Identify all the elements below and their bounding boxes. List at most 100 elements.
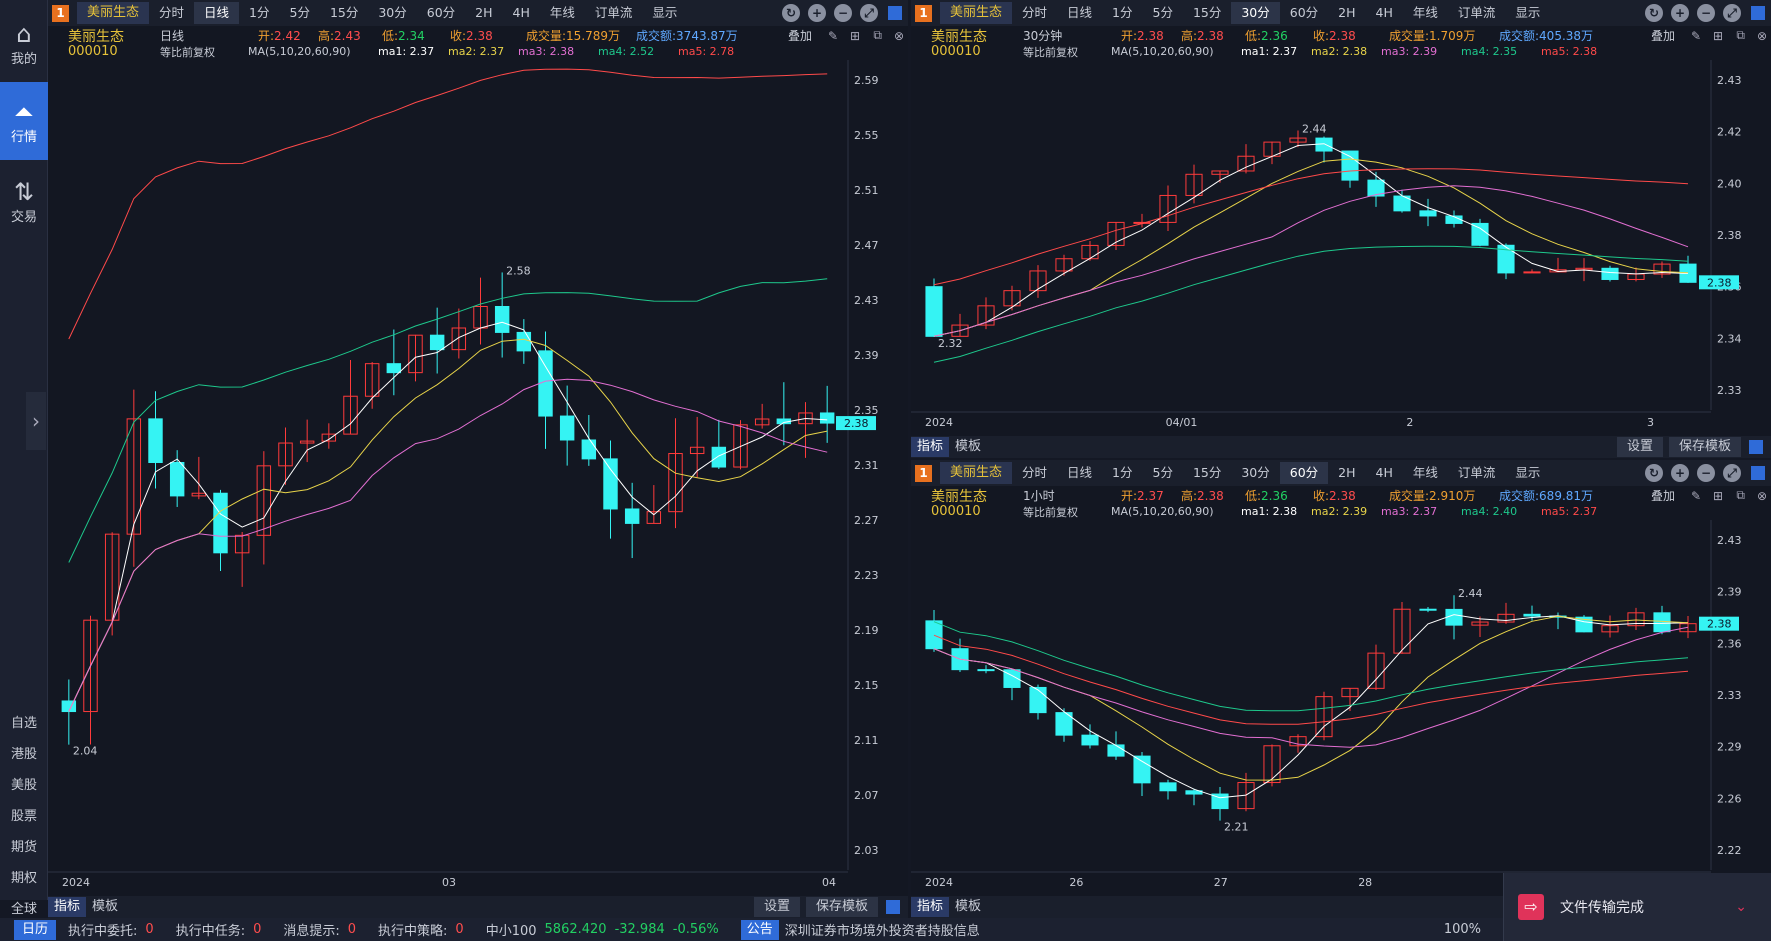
index-ticker[interactable]: 中小100 5862.420 -32.984 -0.56% bbox=[486, 920, 719, 939]
layout-icon[interactable] bbox=[886, 900, 900, 914]
template-tab[interactable]: 模板 bbox=[86, 897, 124, 917]
zoom-in-icon[interactable]: + bbox=[1671, 464, 1689, 482]
tab-period[interactable]: 60分 bbox=[417, 2, 465, 24]
orders-status[interactable]: 执行中委托: 0 bbox=[68, 920, 154, 939]
tab-period[interactable]: 4H bbox=[1366, 462, 1403, 484]
zoom-level[interactable]: 100% bbox=[1444, 922, 1481, 937]
sidebar-item-trade[interactable]: ⇅ 交易 bbox=[0, 162, 48, 240]
panel-number[interactable]: 1 bbox=[52, 4, 69, 22]
refresh-icon[interactable]: ↻ bbox=[1645, 4, 1663, 22]
pencil-icon[interactable]: ✎ bbox=[1691, 29, 1701, 43]
layout-window-icon[interactable]: ⧉ bbox=[1736, 28, 1745, 43]
zoom-in-icon[interactable]: + bbox=[808, 4, 826, 22]
candlestick-chart[interactable]: 2.59 2.55 2.51 2.47 2.43 2.39 2.35 2.31 2.27 2.23… bbox=[48, 60, 908, 896]
settings-button[interactable]: 设置 bbox=[753, 897, 800, 917]
template-tab[interactable]: 模板 bbox=[949, 897, 987, 917]
tab-period[interactable]: 年线 bbox=[1403, 462, 1448, 484]
ma-params[interactable]: MA(5,10,20,60,90) bbox=[1111, 45, 1214, 58]
tab-period[interactable]: 5分 bbox=[280, 2, 320, 24]
tab-period[interactable]: 30分 bbox=[1231, 2, 1280, 24]
stock-name-tab[interactable]: 美丽生态 bbox=[940, 462, 1013, 484]
indicator-tab[interactable]: 指标 bbox=[911, 897, 950, 917]
fit-icon[interactable]: ⤢ bbox=[1723, 464, 1741, 482]
market-futures[interactable]: 期货 bbox=[0, 836, 48, 855]
stock-name-tab[interactable]: 美丽生态 bbox=[940, 2, 1013, 24]
tab-period[interactable]: 30分 bbox=[368, 2, 416, 24]
tab-period[interactable]: 15分 bbox=[1183, 2, 1231, 24]
market-stock[interactable]: 股票 bbox=[0, 805, 48, 824]
calendar-button[interactable]: 日历 bbox=[14, 919, 57, 940]
zoom-out-icon[interactable]: − bbox=[1697, 464, 1715, 482]
chevron-down-icon[interactable]: ⌄ bbox=[1735, 899, 1747, 915]
stock-name-tab[interactable]: 美丽生态 bbox=[77, 2, 150, 24]
tab-period[interactable]: 60分 bbox=[1279, 462, 1329, 484]
tab-period[interactable]: 4H bbox=[1366, 2, 1403, 24]
overlay-button[interactable]: 叠加 bbox=[788, 27, 812, 44]
tab-period[interactable]: 订单流 bbox=[585, 2, 643, 24]
tab-period[interactable]: 分时 bbox=[149, 2, 194, 24]
layout-window-icon[interactable]: ⧉ bbox=[873, 28, 882, 43]
panel-number[interactable]: 1 bbox=[915, 464, 932, 482]
market-us[interactable]: 美股 bbox=[0, 774, 48, 793]
tab-period[interactable]: 日线 bbox=[1057, 462, 1102, 484]
adjust-mode[interactable]: 等比前复权 bbox=[1023, 44, 1078, 60]
fit-icon[interactable]: ⤢ bbox=[1723, 4, 1741, 22]
zoom-out-icon[interactable]: − bbox=[1697, 4, 1715, 22]
tab-period[interactable]: 30分 bbox=[1231, 462, 1279, 484]
refresh-icon[interactable]: ↻ bbox=[1645, 464, 1663, 482]
tab-period[interactable]: 日线 bbox=[194, 2, 240, 24]
market-hk[interactable]: 港股 bbox=[0, 743, 48, 762]
pencil-icon[interactable]: ✎ bbox=[1691, 489, 1701, 503]
grid-icon[interactable]: ⊞ bbox=[1713, 29, 1723, 43]
sidebar-item-market[interactable]: ⏶ 行情 bbox=[0, 82, 48, 160]
tab-period[interactable]: 显示 bbox=[642, 2, 687, 24]
tab-period[interactable]: 订单流 bbox=[1448, 462, 1506, 484]
tab-period[interactable]: 1分 bbox=[239, 2, 279, 24]
candlestick-chart[interactable]: 2.432.422.402.382.362.342.33202404/01232… bbox=[911, 60, 1771, 436]
overlay-button[interactable]: 叠加 bbox=[1651, 27, 1675, 44]
save-template-button[interactable]: 保存模板 bbox=[1668, 437, 1741, 457]
close-icon[interactable]: ⊗ bbox=[894, 29, 904, 43]
tab-period[interactable]: 年线 bbox=[1403, 2, 1448, 24]
tab-period[interactable]: 2H bbox=[1328, 462, 1365, 484]
save-template-button[interactable]: 保存模板 bbox=[805, 897, 878, 917]
tab-period[interactable]: 年线 bbox=[540, 2, 585, 24]
tab-period[interactable]: 显示 bbox=[1505, 462, 1550, 484]
candlestick-chart[interactable]: 2.432.392.362.332.292.262.22202426272829… bbox=[911, 520, 1771, 896]
tab-period[interactable]: 5分 bbox=[1143, 2, 1183, 24]
ma-params[interactable]: MA(5,10,20,60,90) bbox=[248, 45, 351, 58]
layout-icon[interactable] bbox=[888, 6, 902, 20]
tab-period[interactable]: 4H bbox=[503, 2, 540, 24]
strategy-status[interactable]: 执行中策略: 0 bbox=[378, 920, 464, 939]
adjust-mode[interactable]: 等比前复权 bbox=[1023, 504, 1078, 520]
market-options[interactable]: 期权 bbox=[0, 867, 48, 886]
tab-period[interactable]: 分时 bbox=[1012, 2, 1057, 24]
close-icon[interactable]: ⊗ bbox=[1757, 29, 1767, 43]
tab-period[interactable]: 1分 bbox=[1102, 462, 1142, 484]
adjust-mode[interactable]: 等比前复权 bbox=[160, 44, 215, 60]
tasks-status[interactable]: 执行中任务: 0 bbox=[176, 920, 262, 939]
tab-period[interactable]: 15分 bbox=[320, 2, 368, 24]
tab-period[interactable]: 日线 bbox=[1057, 2, 1102, 24]
tab-period[interactable]: 2H bbox=[1328, 2, 1365, 24]
tab-period[interactable]: 5分 bbox=[1143, 462, 1183, 484]
tab-period[interactable]: 分时 bbox=[1012, 462, 1057, 484]
tab-period[interactable]: 2H bbox=[465, 2, 502, 24]
tab-period[interactable]: 订单流 bbox=[1448, 2, 1506, 24]
layout-icon[interactable] bbox=[1751, 6, 1765, 20]
indicator-tab[interactable]: 指标 bbox=[911, 437, 950, 457]
tab-period[interactable]: 显示 bbox=[1505, 2, 1550, 24]
tab-period[interactable]: 1分 bbox=[1102, 2, 1142, 24]
close-icon[interactable]: ⊗ bbox=[1757, 489, 1767, 503]
tab-period[interactable]: 15分 bbox=[1183, 462, 1231, 484]
tab-period[interactable]: 60分 bbox=[1280, 2, 1328, 24]
layout-window-icon[interactable]: ⧉ bbox=[1736, 488, 1745, 503]
indicator-tab[interactable]: 指标 bbox=[48, 897, 87, 917]
template-tab[interactable]: 模板 bbox=[949, 437, 987, 457]
messages-status[interactable]: 消息提示: 0 bbox=[283, 920, 356, 939]
panel-number[interactable]: 1 bbox=[915, 4, 932, 22]
pencil-icon[interactable]: ✎ bbox=[828, 29, 838, 43]
zoom-in-icon[interactable]: + bbox=[1671, 4, 1689, 22]
settings-button[interactable]: 设置 bbox=[1616, 437, 1663, 457]
ma-params[interactable]: MA(5,10,20,60,90) bbox=[1111, 505, 1214, 518]
